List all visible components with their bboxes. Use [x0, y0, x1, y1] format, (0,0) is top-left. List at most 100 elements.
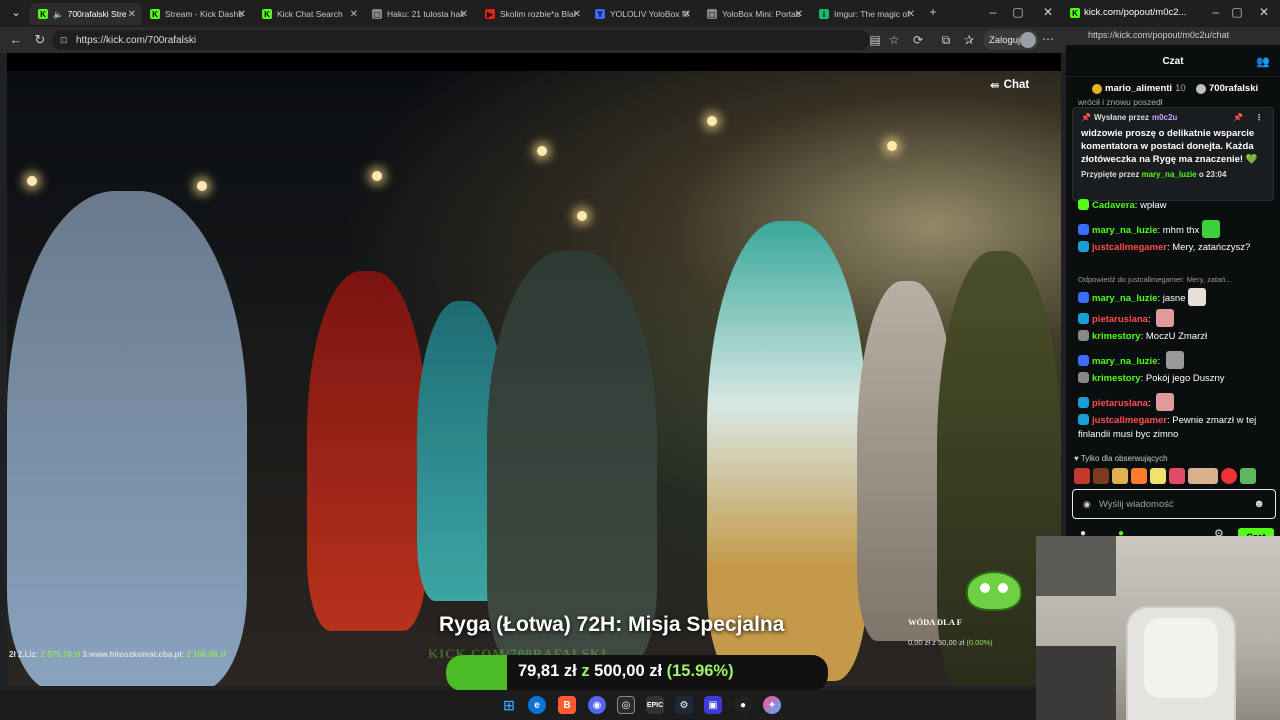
site-info-icon[interactable]: ⊡	[60, 35, 70, 46]
browser-tab[interactable]: K 🔈 700rafalski Stre ✕	[30, 3, 142, 25]
address-bar[interactable]: ⊡ https://kick.com/700rafalski	[52, 30, 870, 50]
emoji-picker-icon[interactable]: ☻	[1253, 498, 1265, 510]
chat-message[interactable]: krimestory: Pokój jego Duszny	[1078, 372, 1274, 386]
chat-username[interactable]: justcallmegamer	[1092, 415, 1167, 426]
chat-username[interactable]: Cadavera	[1092, 200, 1135, 211]
favorites-icon[interactable]: ✰	[961, 32, 977, 48]
emote-icon[interactable]	[1074, 468, 1090, 484]
chat-emote-icon	[1156, 393, 1175, 411]
chat-username[interactable]: krimestory	[1092, 331, 1141, 342]
browser-tab[interactable]: K Kick Chat Search ✕	[254, 3, 364, 25]
close-tab-icon[interactable]: ✕	[350, 9, 358, 20]
brave-browser-icon[interactable]: B	[558, 696, 576, 714]
reader-mode-icon[interactable]: ▤	[867, 32, 883, 48]
chat-message[interactable]: mary_na_luzie: jasne	[1078, 288, 1274, 306]
edge-browser-icon[interactable]: e	[528, 696, 546, 714]
more-options-icon[interactable]: ⋯	[1042, 32, 1054, 46]
fire-emote-icon[interactable]	[1131, 468, 1147, 484]
close-tab-icon[interactable]: ✕	[683, 9, 691, 20]
leaderboard-item[interactable]: 700rafalski	[1196, 83, 1258, 94]
tab-list-icon[interactable]: ⌄	[8, 5, 24, 19]
speaker-icon[interactable]: 🔈	[53, 9, 64, 20]
minimize-icon[interactable]: –	[985, 5, 1001, 19]
steam-icon[interactable]: ⚙	[675, 696, 693, 714]
extensions-icon[interactable]: ⟳	[910, 32, 926, 48]
emote-icon[interactable]	[1188, 468, 1218, 484]
subscriber-badge-icon	[1078, 292, 1089, 303]
users-icon[interactable]: 👥	[1256, 55, 1270, 68]
browser-tab[interactable]: K Stream - Kick Dashb ✕	[142, 3, 252, 25]
pinned-message: 📌 Wysłane przez m0c2u 📌 ⋮ widzowie prosz…	[1072, 107, 1274, 201]
chat-message[interactable]: justcallmegamer: Pewnie zmarzł w tej fin…	[1078, 414, 1274, 442]
windows-start-icon[interactable]: ⊞	[500, 696, 518, 714]
app-icon[interactable]: ✦	[763, 696, 781, 714]
silver-medal-icon	[1196, 83, 1206, 94]
chat-input-field[interactable]: ◉ Wyślij wiadomość ☻	[1072, 489, 1276, 519]
epic-games-icon[interactable]: EPIC	[646, 696, 664, 714]
browser-tab[interactable]: ▢ YoloBox Mini: Portab ✕	[699, 3, 809, 25]
close-window-icon[interactable]: ✕	[1040, 5, 1056, 19]
profile-avatar	[1020, 32, 1036, 48]
emote-icon[interactable]	[1169, 468, 1185, 484]
chat-message[interactable]: mary_na_luzie:	[1078, 351, 1274, 369]
close-tab-icon[interactable]: ✕	[795, 9, 803, 20]
app-icon[interactable]: ▣	[704, 696, 722, 714]
chat-username[interactable]: mary_na_luzie	[1092, 225, 1157, 236]
browser-tab[interactable]: ▢ Haku: 21 tulosta hak ✕	[364, 3, 474, 25]
close-tab-icon[interactable]: ✕	[460, 9, 468, 20]
unpin-icon[interactable]: 📌	[1233, 113, 1243, 122]
emote-icon[interactable]	[1112, 468, 1128, 484]
discord-icon[interactable]: ◉	[588, 696, 606, 714]
chat-text: Mery, zatańczysz?	[1172, 242, 1251, 253]
chat-username[interactable]: pietaruslana	[1092, 314, 1148, 325]
browser-tab[interactable]: Y YOLOLIV YoloBox M ✕	[587, 3, 697, 25]
subscriber-badge-icon	[1078, 330, 1089, 341]
chat-message[interactable]: pietaruslana:	[1078, 393, 1274, 411]
close-tab-icon[interactable]: ✕	[907, 9, 915, 20]
chat-username[interactable]: justcallmegamer	[1092, 242, 1167, 253]
chat-url-bar[interactable]: https://kick.com/popout/m0c2u/chat	[1066, 27, 1280, 45]
obs-icon[interactable]: ●	[734, 696, 752, 714]
back-icon[interactable]: ←	[8, 32, 24, 48]
new-tab-button[interactable]: +	[925, 5, 941, 19]
favorite-star-icon[interactable]: ☆	[886, 32, 902, 48]
reload-icon[interactable]: ↻	[32, 32, 48, 48]
chat-username[interactable]: mary_na_luzie	[1092, 293, 1157, 304]
tab-title: Imgur: The magic of	[834, 9, 910, 19]
main-browser-window: ⌄ K 🔈 700rafalski Stre ✕ K Stream - Kick Dash…	[0, 0, 1066, 690]
chat-username[interactable]: mary_na_luzie	[1092, 356, 1157, 367]
leaderboard-item[interactable]: mario_alimenti 10	[1092, 83, 1186, 94]
maximize-icon[interactable]: ▢	[1229, 5, 1245, 19]
app-icon[interactable]: ◎	[617, 696, 635, 714]
close-tab-icon[interactable]: ✕	[573, 9, 581, 20]
emote-icon[interactable]	[1221, 468, 1237, 484]
emote-icon[interactable]	[1150, 468, 1166, 484]
browser-tab[interactable]: i Imgur: The magic of ✕	[811, 3, 921, 25]
chat-toggle-button[interactable]: ⇚ Chat	[990, 78, 1029, 92]
login-button[interactable]: Zaloguj	[983, 30, 1039, 50]
chat-message[interactable]: pietaruslana:	[1078, 309, 1274, 327]
maximize-icon[interactable]: ▢	[1010, 5, 1026, 19]
chat-message[interactable]: justcallmegamer: Mery, zatańczysz?	[1078, 241, 1274, 255]
goal-current: 79,81 zł	[518, 662, 577, 680]
split-screen-icon[interactable]: ⧉	[938, 32, 954, 48]
reply-context[interactable]: Odpowiedź do justcallmegamer: Mery, zata…	[1078, 275, 1232, 284]
chat-username[interactable]: krimestory	[1092, 373, 1141, 384]
close-tab-icon[interactable]: ✕	[128, 9, 136, 20]
pinned-sender[interactable]: m0c2u	[1152, 113, 1177, 122]
video-player[interactable]: ⇚ Chat Ryga (Łotwa) 72H: Misja Specjalna…	[7, 53, 1061, 686]
chat-message[interactable]: Cadavera: wpław	[1078, 199, 1274, 213]
chat-message[interactable]: krimestory: MoczU Zmarzł	[1078, 330, 1274, 344]
chat-username[interactable]: pietaruslana	[1092, 398, 1148, 409]
emote-icon[interactable]	[1093, 468, 1109, 484]
stream-headline: Ryga (Łotwa) 72H: Misja Specjalna	[439, 613, 785, 636]
browser-tab[interactable]: ▶ Skolim rozbie*a Blar ✕	[477, 3, 587, 25]
pinned-by-user[interactable]: mary_na_luzie	[1141, 170, 1196, 179]
emote-icon[interactable]	[1240, 468, 1256, 484]
pinned-more-icon[interactable]: ⋮	[1255, 113, 1263, 122]
close-tab-icon[interactable]: ✕	[238, 9, 246, 20]
minimize-icon[interactable]: –	[1208, 5, 1224, 19]
chat-message[interactable]: mary_na_luzie: mhm thx	[1078, 220, 1274, 238]
yololiv-icon: Y	[595, 9, 605, 19]
close-window-icon[interactable]: ✕	[1256, 5, 1272, 19]
